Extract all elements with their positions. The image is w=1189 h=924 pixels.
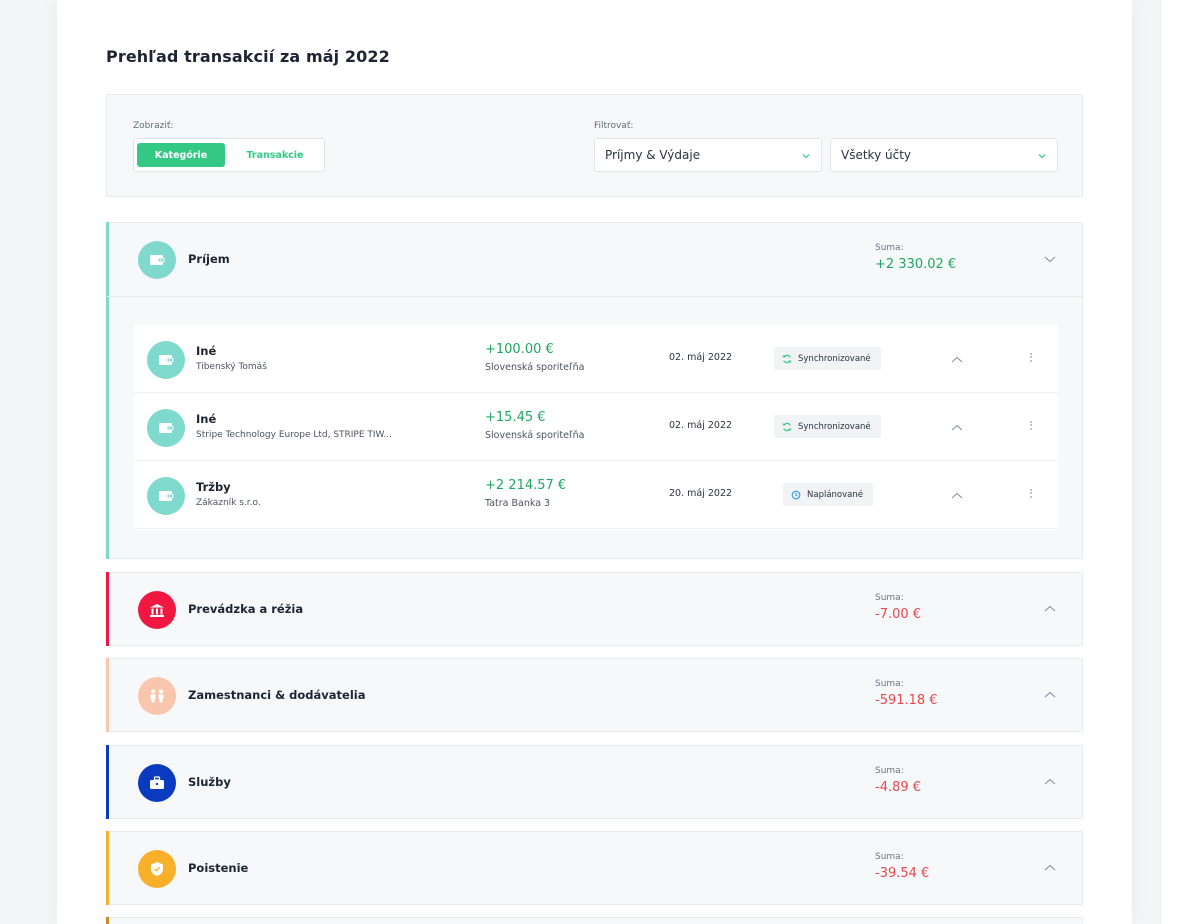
wallet-icon — [138, 241, 176, 279]
clock-icon — [791, 490, 801, 499]
category-sum: -591.18 € — [875, 693, 938, 708]
category-header[interactable]: Poistenie Suma: -39.54 € — [107, 832, 1082, 905]
status-badge: Naplánované — [783, 483, 873, 506]
transaction-amount: +100.00 € — [485, 342, 554, 357]
status-badge: Synchronizované — [774, 415, 881, 438]
category-operations: Prevádzka a réžia Suma: -7.00 € — [106, 572, 1083, 646]
type-select-value: Príjmy & Výdaje — [605, 148, 701, 162]
chevron-up-icon[interactable] — [951, 490, 963, 502]
status-badge: Synchronizované — [774, 347, 881, 370]
status-text: Synchronizované — [798, 421, 871, 432]
more-options-icon[interactable] — [1029, 487, 1033, 501]
sum-label: Suma: — [875, 593, 904, 603]
transaction-counterparty: Tibenský Tomáš — [196, 362, 267, 372]
sum-label: Suma: — [875, 243, 904, 253]
briefcase-icon — [138, 764, 176, 802]
right-rail — [1160, 0, 1189, 924]
status-text: Naplánované — [807, 489, 863, 500]
category-name: Príjem — [188, 252, 230, 266]
category-header[interactable]: Služby Suma: -4.89 € — [107, 746, 1082, 819]
chevron-up-icon[interactable] — [951, 354, 963, 366]
type-select[interactable]: Príjmy & Výdaje — [594, 138, 822, 172]
chevron-up-icon[interactable] — [1044, 689, 1056, 701]
transaction-date: 02. máj 2022 — [669, 352, 733, 363]
wallet-icon — [147, 409, 185, 447]
category-name: Zamestnanci & dodávatelia — [188, 688, 366, 702]
account-select-value: Všetky účty — [841, 148, 911, 162]
filter-label: Filtrovať: — [594, 121, 634, 131]
chevron-up-icon[interactable] — [1044, 776, 1056, 788]
transaction-date: 20. máj 2022 — [669, 488, 733, 499]
transaction-category: Iné — [196, 412, 217, 426]
transaction-counterparty: Zákazník s.r.o. — [196, 498, 261, 508]
people-icon — [138, 677, 176, 715]
main-panel: Prehľad transakcií za máj 2022 Zobraziť:… — [57, 0, 1132, 924]
category-header[interactable]: Zamestnanci & dodávatelia Suma: -591.18 … — [107, 659, 1082, 732]
transaction-row[interactable]: Iné Stripe Technology Europe Ltd, STRIPE… — [134, 393, 1058, 461]
account-select[interactable]: Všetky účty — [830, 138, 1058, 172]
transaction-bank: Slovenská sporiteľňa — [485, 430, 585, 441]
wallet-icon — [147, 341, 185, 379]
chevron-down-icon[interactable] — [1044, 253, 1056, 265]
more-options-icon[interactable] — [1029, 419, 1033, 433]
transaction-list: Iné Tibenský Tomáš +100.00 € Slovenská s… — [134, 325, 1058, 530]
category-sum: -7.00 € — [875, 607, 922, 622]
category-insurance: Poistenie Suma: -39.54 € — [106, 831, 1083, 905]
chevron-up-icon[interactable] — [1044, 862, 1056, 874]
chevron-up-icon[interactable] — [951, 422, 963, 434]
more-options-icon[interactable] — [1029, 351, 1033, 365]
view-toggle: Kategórie Transakcie — [133, 138, 325, 172]
transaction-date: 02. máj 2022 — [669, 420, 733, 431]
sum-label: Suma: — [875, 679, 904, 689]
category-name: Služby — [188, 775, 231, 789]
category-sum: -4.89 € — [875, 780, 922, 795]
category-partial — [106, 917, 1083, 924]
transaction-bank: Tatra Banka 3 — [485, 498, 551, 509]
category-color-bar — [106, 917, 109, 924]
category-services: Služby Suma: -4.89 € — [106, 745, 1083, 819]
category-sum: +2 330.02 € — [875, 257, 957, 272]
transaction-category: Iné — [196, 344, 217, 358]
transaction-counterparty: Stripe Technology Europe Ltd, STRIPE TIW… — [196, 430, 393, 440]
status-text: Synchronizované — [798, 353, 871, 364]
sum-label: Suma: — [875, 766, 904, 776]
transaction-amount: +15.45 € — [485, 410, 546, 425]
category-employees-suppliers: Zamestnanci & dodávatelia Suma: -591.18 … — [106, 658, 1083, 732]
chevron-down-icon — [1038, 154, 1046, 159]
transaction-amount: +2 214.57 € — [485, 478, 567, 493]
transaction-bank: Slovenská sporiteľňa — [485, 362, 585, 373]
transaction-row[interactable]: Iné Tibenský Tomáš +100.00 € Slovenská s… — [134, 325, 1058, 393]
bank-icon — [138, 591, 176, 629]
chevron-down-icon — [802, 154, 810, 159]
sum-label: Suma: — [875, 852, 904, 862]
category-body: Iné Tibenský Tomáš +100.00 € Slovenská s… — [107, 296, 1082, 559]
tab-transactions[interactable]: Transakcie — [230, 143, 320, 167]
category-name: Poistenie — [188, 861, 249, 875]
transaction-row[interactable]: Tržby Zákazník s.r.o. +2 214.57 € Tatra … — [134, 461, 1058, 529]
page-title: Prehľad transakcií za máj 2022 — [106, 47, 390, 66]
sync-icon — [782, 422, 792, 431]
filter-panel: Zobraziť: Kategórie Transakcie Filtrovať… — [106, 94, 1083, 197]
transaction-category: Tržby — [196, 480, 231, 494]
category-header[interactable]: Prevádzka a réžia Suma: -7.00 € — [107, 573, 1082, 646]
show-label: Zobraziť: — [133, 121, 174, 131]
tab-categories[interactable]: Kategórie — [137, 143, 225, 167]
chevron-up-icon[interactable] — [1044, 603, 1056, 615]
category-income: Príjem Suma: +2 330.02 € Iné Tibenský To… — [106, 222, 1083, 559]
shield-icon — [138, 850, 176, 888]
category-header[interactable]: Príjem Suma: +2 330.02 € — [107, 223, 1082, 296]
wallet-icon — [147, 477, 185, 515]
category-sum: -39.54 € — [875, 866, 930, 881]
sync-icon — [782, 354, 792, 363]
category-name: Prevádzka a réžia — [188, 602, 304, 616]
